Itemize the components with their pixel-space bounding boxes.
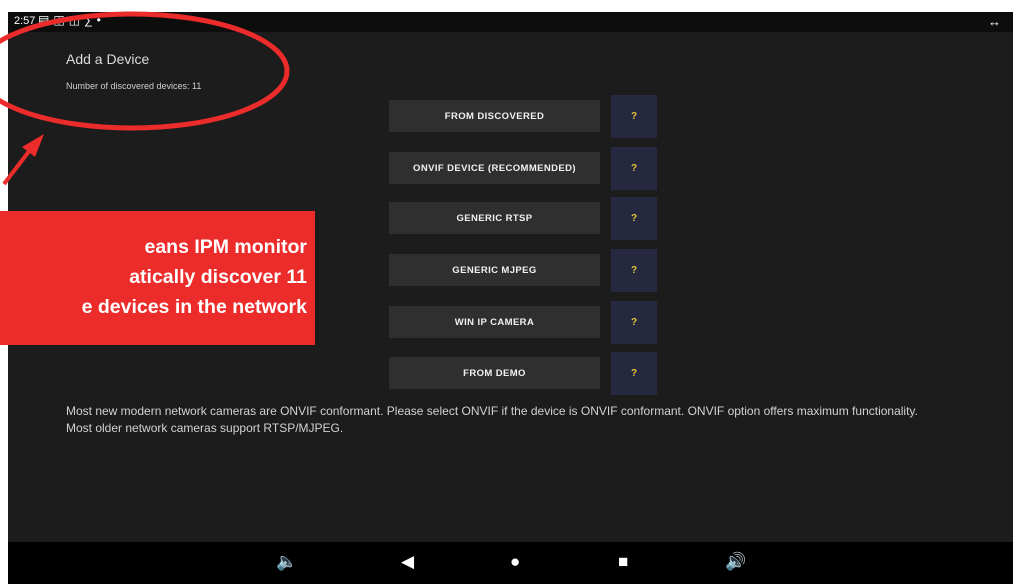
back-icon[interactable]: ◀: [401, 552, 414, 572]
info-text: Most new modern network cameras are ONVI…: [66, 405, 986, 435]
status-icons: ▤◫◫∑•: [38, 13, 105, 27]
help-button-win-ip-camera[interactable]: ?: [611, 301, 657, 344]
option-row-win-ip-camera: WIN IP CAMERA ?: [389, 301, 657, 344]
help-button-from-discovered[interactable]: ?: [611, 95, 657, 138]
home-icon[interactable]: ●: [510, 552, 520, 572]
dot-icon: •: [96, 13, 105, 27]
generic-rtsp-button[interactable]: GENERIC RTSP: [389, 202, 600, 234]
help-button-generic-mjpeg[interactable]: ?: [611, 249, 657, 292]
s-app-icon: ∑: [84, 13, 97, 27]
option-row-onvif: ONVIF DEVICE (RECOMMENDED) ?: [389, 147, 657, 190]
info-line-onvif: Most new modern network cameras are ONVI…: [66, 404, 918, 418]
help-button-onvif[interactable]: ?: [611, 147, 657, 190]
recents-icon[interactable]: ■: [618, 552, 628, 572]
option-row-from-demo: FROM DEMO ?: [389, 352, 657, 395]
volume-up-icon[interactable]: 🔊: [725, 552, 746, 572]
from-demo-button[interactable]: FROM DEMO: [389, 357, 600, 389]
info-line-rtsp: Most older network cameras support RTSP/…: [66, 421, 344, 435]
help-button-generic-rtsp[interactable]: ?: [611, 197, 657, 240]
from-discovered-button[interactable]: FROM DISCOVERED: [389, 100, 600, 132]
help-button-from-demo[interactable]: ?: [611, 352, 657, 395]
notification-icon: ▤: [38, 13, 54, 27]
generic-mjpeg-button[interactable]: GENERIC MJPEG: [389, 254, 600, 286]
page-title: Add a Device: [66, 51, 150, 67]
volume-down-icon[interactable]: 🔈: [276, 552, 297, 572]
discovered-count: Number of discovered devices: 11: [66, 81, 202, 91]
status-bar: 2:57 ▤◫◫∑• ↔: [8, 12, 1013, 32]
annotation-callout: eans IPM monitor atically discover 11 e …: [0, 211, 315, 345]
option-row-generic-mjpeg: GENERIC MJPEG ?: [389, 249, 657, 292]
win-ip-camera-button[interactable]: WIN IP CAMERA: [389, 306, 600, 338]
annotation-text: eans IPM monitor atically discover 11 e …: [81, 236, 307, 318]
expand-arrows-icon: ↔: [988, 14, 1001, 29]
option-row-from-discovered: FROM DISCOVERED ?: [389, 95, 657, 138]
cast-icon: ◫: [68, 13, 85, 27]
status-time: 2:57: [14, 15, 36, 27]
nav-bar: 🔈 ◀ ● ■ 🔊: [8, 542, 1013, 584]
onvif-device-button[interactable]: ONVIF DEVICE (RECOMMENDED): [389, 152, 600, 184]
option-row-generic-rtsp: GENERIC RTSP ?: [389, 197, 657, 240]
screen-icon: ◫: [53, 13, 69, 27]
